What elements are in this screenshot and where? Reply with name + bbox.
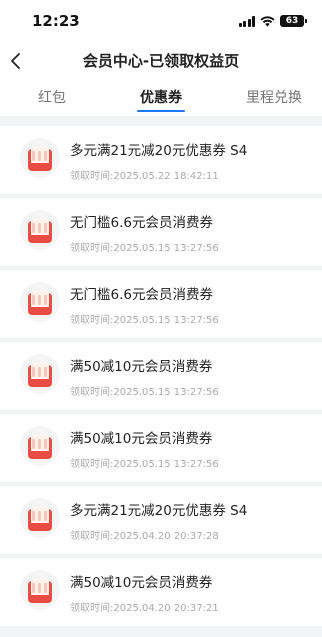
- tab-coupons[interactable]: 优惠券: [140, 87, 182, 107]
- coupon-title: 满50减10元会员消费券: [70, 431, 213, 447]
- tab-red-packet[interactable]: 红包: [38, 87, 66, 107]
- coupon-bag-icon: [20, 570, 60, 610]
- coupon-item[interactable]: 满50减10元会员消费券 领取时间:2025.05.15 13:27:56: [0, 342, 322, 410]
- coupon-title: 多元满21元减20元优惠券 S4: [70, 143, 248, 159]
- coupon-title: 多元满21元减20元优惠券 S4: [70, 503, 248, 519]
- status-time: 12:23: [32, 12, 80, 30]
- tab-bar: 红包 优惠券 里程兑换: [0, 78, 322, 116]
- status-bar: 12:23 63: [0, 0, 322, 44]
- coupon-item[interactable]: 无门槛6.6元会员消费券 领取时间:2025.05.15 13:27:56: [0, 270, 322, 338]
- coupon-item[interactable]: 无门槛6.6元会员消费券 领取时间:2025.05.15 13:27:56: [0, 198, 322, 266]
- coupon-bag-icon: [20, 282, 60, 322]
- battery-level: 63: [285, 16, 299, 26]
- coupon-bag-icon: [20, 498, 60, 538]
- nav-bar: 会员中心-已领取权益页: [0, 44, 322, 78]
- coupon-claim-time: 领取时间:2025.05.15 13:27:56: [70, 315, 219, 326]
- status-icons: 63: [238, 14, 307, 28]
- coupon-bag-icon: [20, 138, 60, 178]
- coupon-item[interactable]: 满50减10元会员消费券 领取时间:2025.05.15 13:27:56: [0, 414, 322, 482]
- coupon-bag-icon: [20, 426, 60, 466]
- active-tab-indicator: [137, 110, 185, 112]
- coupon-claim-time: 领取时间:2025.04.20 20:37:21: [70, 603, 219, 614]
- coupon-claim-time: 领取时间:2025.05.15 13:27:56: [70, 243, 219, 254]
- coupon-claim-time: 领取时间:2025.04.20 20:37:28: [70, 531, 219, 542]
- coupon-title: 无门槛6.6元会员消费券: [70, 287, 213, 303]
- coupon-item[interactable]: 多元满21元减20元优惠券 S4 领取时间:2025.05.22 18:42:1…: [0, 126, 322, 194]
- coupon-claim-time: 领取时间:2025.05.15 13:27:56: [70, 459, 219, 470]
- cellular-signal-icon: [238, 15, 255, 27]
- coupon-bag-icon: [20, 354, 60, 394]
- wifi-icon: [260, 15, 275, 26]
- coupon-bag-icon: [20, 210, 60, 250]
- page-title: 会员中心-已领取权益页: [82, 52, 240, 70]
- coupon-claim-time: 领取时间:2025.05.22 18:42:11: [70, 171, 219, 182]
- battery-icon: 63: [280, 15, 307, 27]
- coupon-title: 无门槛6.6元会员消费券: [70, 215, 213, 231]
- coupon-claim-time: 领取时间:2025.05.15 13:27:56: [70, 387, 219, 398]
- coupon-title: 满50减10元会员消费券: [70, 575, 213, 591]
- coupon-item[interactable]: 多元满21元减20元优惠券 S4 领取时间:2025.04.20 20:37:2…: [0, 486, 322, 554]
- tab-mileage-exchange[interactable]: 里程兑换: [246, 87, 302, 107]
- coupon-title: 满50减10元会员消费券: [70, 359, 213, 375]
- coupon-item[interactable]: 满50减10元会员消费券 领取时间:2025.04.20 20:37:21: [0, 558, 322, 626]
